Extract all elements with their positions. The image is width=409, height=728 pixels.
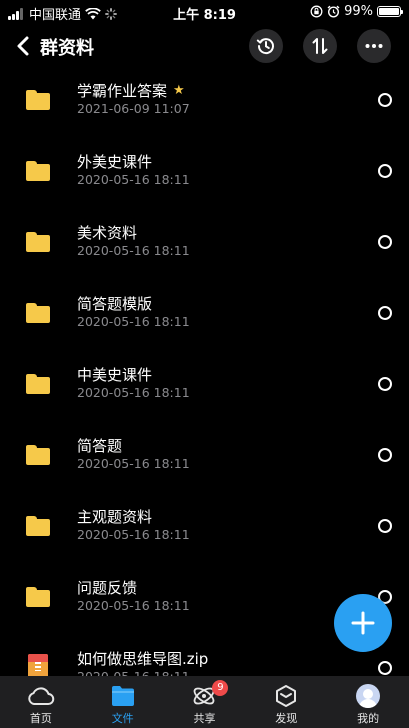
file-date: 2020-05-16 18:11	[77, 527, 190, 542]
file-name: 学霸作业答案 ★	[77, 80, 185, 101]
tab-home-label: 首页	[29, 712, 52, 725]
select-radio[interactable]	[378, 93, 392, 107]
tab-discover[interactable]: 发现	[245, 676, 327, 728]
file-name-text: 主观题资料	[77, 508, 153, 526]
file-date: 2020-05-16 18:11	[77, 314, 190, 329]
status-bar: 中国联通 上午 8:19 99%	[0, 0, 409, 24]
share-badge: 9	[212, 680, 229, 696]
plus-icon	[351, 611, 375, 635]
more-button[interactable]	[357, 29, 391, 63]
file-row[interactable]: 主观题资料 2020-05-16 18:11	[0, 500, 409, 571]
alarm-icon	[327, 5, 340, 18]
file-name: 主观题资料	[77, 506, 152, 527]
folder-icon	[26, 161, 50, 181]
add-button[interactable]	[334, 594, 392, 652]
file-row[interactable]: 简答题 2020-05-16 18:11	[0, 429, 409, 500]
select-radio[interactable]	[378, 164, 392, 178]
star-icon: ★	[173, 83, 185, 98]
file-name: 中美史课件	[77, 364, 152, 385]
file-name: 简答题	[77, 435, 122, 456]
folder-icon	[111, 686, 134, 706]
folder-icon	[26, 90, 50, 110]
file-name: 外美史课件	[77, 151, 152, 172]
header: 群资料	[0, 26, 409, 66]
file-row[interactable]: 简答题模版 2020-05-16 18:11	[0, 287, 409, 358]
file-date: 2021-06-09 11:07	[77, 101, 190, 116]
avatar-icon	[356, 684, 381, 708]
tab-bar: 首页 文件 9 共享 发现 我的	[0, 676, 409, 728]
folder-icon	[26, 374, 50, 394]
tab-home[interactable]: 首页	[0, 676, 82, 728]
folder-icon	[26, 445, 50, 465]
file-name-text: 简答题模版	[77, 295, 153, 313]
folder-icon	[26, 303, 50, 323]
orientation-lock-icon	[310, 5, 323, 18]
sort-icon	[312, 38, 328, 54]
folder-icon	[26, 587, 50, 607]
file-name: 如何做思维导图.zip	[77, 648, 208, 669]
tab-me[interactable]: 我的	[327, 676, 409, 728]
file-name: 简答题模版	[77, 293, 152, 314]
file-date: 2020-05-16 18:11	[77, 456, 190, 471]
file-name: 美术资料	[77, 222, 137, 243]
cloud-icon	[28, 687, 55, 705]
file-row[interactable]: 外美史课件 2020-05-16 18:11	[0, 145, 409, 216]
file-name-text: 外美史课件	[77, 153, 153, 171]
tab-share-label: 共享	[193, 712, 216, 725]
file-date: 2020-05-16 18:11	[77, 598, 190, 613]
file-name-text: 简答题	[77, 437, 123, 455]
file-date: 2020-05-16 18:11	[77, 172, 190, 187]
file-row[interactable]: 中美史课件 2020-05-16 18:11	[0, 358, 409, 429]
select-radio[interactable]	[378, 661, 392, 675]
battery-percent: 99%	[344, 4, 373, 19]
select-radio[interactable]	[378, 306, 392, 320]
file-name-text: 学霸作业答案	[77, 82, 168, 100]
file-date: 2020-05-16 18:11	[77, 385, 190, 400]
folder-icon	[26, 516, 50, 536]
tab-files[interactable]: 文件	[82, 676, 164, 728]
page-title: 群资料	[40, 38, 94, 59]
select-radio[interactable]	[378, 448, 392, 462]
folder-icon	[26, 232, 50, 252]
back-button[interactable]	[14, 32, 36, 60]
tab-files-label: 文件	[111, 712, 134, 725]
select-radio[interactable]	[378, 235, 392, 249]
discover-cube-icon	[276, 685, 297, 707]
file-name: 问题反馈	[77, 577, 137, 598]
file-date: 2020-05-16 18:11	[77, 243, 190, 258]
more-icon	[365, 44, 383, 48]
file-name-text: 中美史课件	[77, 366, 153, 384]
file-name-text: 如何做思维导图.zip	[77, 650, 209, 668]
file-name-text: 问题反馈	[77, 579, 138, 597]
history-icon	[256, 38, 274, 55]
file-row[interactable]: 美术资料 2020-05-16 18:11	[0, 216, 409, 287]
tab-discover-label: 发现	[275, 712, 298, 725]
file-name-text: 美术资料	[77, 224, 138, 242]
tab-me-label: 我的	[357, 712, 380, 725]
history-button[interactable]	[249, 29, 283, 63]
file-row[interactable]: 学霸作业答案 ★ 2021-06-09 11:07	[0, 74, 409, 145]
battery-icon	[377, 6, 403, 17]
select-radio[interactable]	[378, 377, 392, 391]
select-radio[interactable]	[378, 519, 392, 533]
tab-share[interactable]: 9 共享	[164, 676, 246, 728]
sort-button[interactable]	[303, 29, 337, 63]
